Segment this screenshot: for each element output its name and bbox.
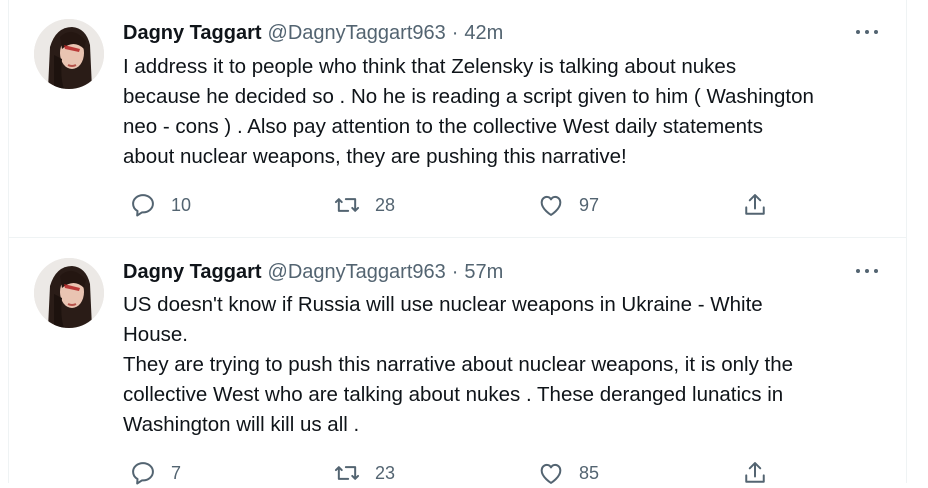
avatar[interactable] (34, 19, 104, 89)
tweet[interactable]: Dagny Taggart @DagnyTaggart963 · 42m I a… (9, 0, 906, 238)
share-icon (745, 194, 765, 215)
tweet-text-line: I address it to people who think that Ze… (123, 55, 737, 78)
retweet-button[interactable]: 28 (333, 190, 395, 220)
tweet-text-line: Washington will kill us all . (123, 413, 360, 436)
tweet-text-line: collective West who are talking about nu… (123, 383, 784, 406)
share-button[interactable] (741, 190, 769, 220)
retweet-button[interactable]: 23 (333, 458, 395, 488)
share-button[interactable] (741, 458, 769, 488)
more-icon (874, 30, 878, 34)
reply-icon (132, 194, 154, 217)
display-name[interactable]: Dagny Taggart (123, 261, 262, 284)
tweet-text-line: They are trying to push this narrative a… (123, 353, 794, 376)
avatar-image (34, 258, 104, 328)
separator: · (451, 21, 459, 44)
tweet-text-line: neo - cons ) . Also pay attention to the… (123, 115, 764, 138)
tweet-header: Dagny Taggart @DagnyTaggart963 · 57m (123, 259, 503, 285)
avatar-image (34, 19, 104, 89)
tweet-actions: 10 28 97 (123, 190, 783, 220)
tweet-text: US doesn't know if Russia will use nucle… (123, 290, 883, 440)
timeline: Dagny Taggart @DagnyTaggart963 · 42m I a… (8, 0, 907, 485)
more-icon (856, 30, 860, 34)
like-count: 97 (579, 194, 600, 215)
reply-button[interactable]: 10 (129, 190, 191, 220)
more-icon (874, 269, 878, 273)
tweet-text: I address it to people who think that Ze… (123, 52, 883, 172)
timestamp[interactable]: 42m (464, 22, 503, 45)
retweet-count: 28 (375, 194, 396, 215)
reply-count: 7 (171, 462, 182, 483)
reply-button[interactable]: 7 (129, 458, 181, 488)
reply-count: 10 (171, 194, 192, 215)
avatar[interactable] (34, 258, 104, 328)
separator: · (451, 260, 459, 283)
like-button[interactable]: 85 (537, 458, 599, 488)
retweet-icon (334, 198, 360, 212)
tweet[interactable]: Dagny Taggart @DagnyTaggart963 · 57m US … (9, 238, 906, 485)
tweet-actions: 7 23 85 (123, 458, 783, 488)
more-icon (856, 269, 860, 273)
like-count: 85 (579, 462, 600, 483)
tweet-text-line: because he decided so . No he is reading… (123, 85, 814, 108)
tweet-header: Dagny Taggart @DagnyTaggart963 · 42m (123, 20, 503, 46)
display-name[interactable]: Dagny Taggart (123, 22, 262, 45)
user-handle[interactable]: @DagnyTaggart963 (268, 22, 446, 45)
like-button[interactable]: 97 (537, 190, 599, 220)
tweet-text-line: House. (123, 323, 188, 346)
tweet-text-line: about nuclear weapons, they are pushing … (123, 145, 627, 168)
more-icon (865, 269, 869, 273)
timestamp[interactable]: 57m (464, 261, 503, 284)
more-icon (865, 30, 869, 34)
retweet-count: 23 (375, 462, 396, 483)
more-button[interactable] (854, 261, 880, 281)
more-button[interactable] (854, 22, 880, 42)
heart-icon (540, 195, 562, 216)
tweet-text-line: US doesn't know if Russia will use nucle… (123, 293, 763, 316)
user-handle[interactable]: @DagnyTaggart963 (268, 261, 446, 284)
